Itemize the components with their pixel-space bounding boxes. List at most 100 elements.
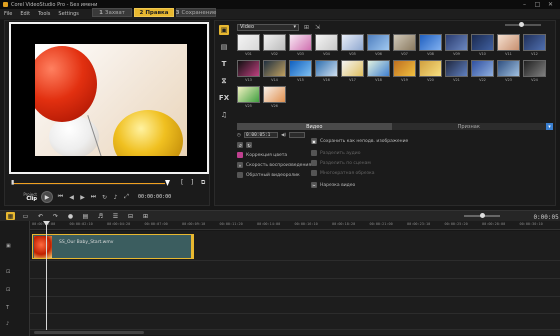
media-thumbnail[interactable]: V15: [289, 60, 312, 82]
video-track-icon[interactable]: ▣: [6, 243, 11, 249]
scrubber[interactable]: ▮ [ ] ⧉: [9, 179, 209, 189]
media-thumbnail[interactable]: V23: [497, 60, 520, 82]
media-thumbnail[interactable]: V24: [523, 60, 546, 82]
mode-switch[interactable]: Project Clip: [9, 192, 37, 202]
media-thumbnail[interactable]: V19: [393, 60, 416, 82]
color-correction-option[interactable]: Коррекция цвета: [237, 152, 287, 158]
fullscreen-icon[interactable]: ⤢: [123, 193, 130, 201]
media-thumbnail[interactable]: V14: [263, 60, 286, 82]
menu-edit[interactable]: Edit: [20, 11, 30, 17]
media-thumbnail[interactable]: V05: [341, 34, 364, 56]
clip-trim-handle[interactable]: [191, 234, 194, 259]
mark-in-button[interactable]: [: [181, 179, 183, 186]
step-share[interactable]: 3 Сохранение: [176, 8, 216, 17]
media-icon[interactable]: ▣: [219, 25, 229, 35]
tab-attribute[interactable]: Признак: [391, 123, 546, 130]
media-thumbnail[interactable]: V10: [471, 34, 494, 56]
volume-input[interactable]: [289, 132, 306, 138]
step-edit[interactable]: 2 Правка: [134, 8, 174, 17]
play-button[interactable]: ▶: [41, 191, 53, 203]
record-capture-icon[interactable]: ●: [66, 212, 75, 220]
title-track[interactable]: [30, 297, 560, 314]
menu-tools[interactable]: Tools: [38, 11, 50, 17]
media-thumbnail[interactable]: V25: [237, 86, 260, 108]
instant-project-icon[interactable]: ▤: [219, 42, 229, 52]
voice-track-icon[interactable]: ♪: [6, 321, 9, 327]
repeat-icon[interactable]: ↻: [101, 194, 108, 201]
media-thumbnail[interactable]: V01: [237, 34, 260, 56]
media-thumbnail[interactable]: V09: [445, 34, 468, 56]
split-scene-option[interactable]: Разделить по сценам: [311, 160, 371, 166]
scrub-handle[interactable]: [165, 180, 170, 186]
timeline-clip[interactable]: SS_Our Baby_Start.wmv: [32, 234, 194, 259]
playback-speed-option[interactable]: » Скорость воспроизведения: [237, 162, 311, 168]
transition-icon[interactable]: ⧖: [219, 76, 229, 86]
next-frame-icon[interactable]: ▶: [79, 194, 86, 201]
media-thumbnail[interactable]: V17: [341, 60, 364, 82]
thumbnail-size-slider[interactable]: [505, 22, 541, 27]
undo-icon[interactable]: ↶: [36, 212, 45, 220]
audio-icon[interactable]: ♫: [219, 110, 229, 120]
timeline-zoom-slider[interactable]: [464, 213, 500, 218]
title-track-icon[interactable]: T: [6, 305, 9, 311]
slider-knob[interactable]: [480, 213, 485, 218]
slider-knob[interactable]: [519, 22, 524, 27]
media-thumbnail[interactable]: V21: [445, 60, 468, 82]
media-thumbnail[interactable]: V20: [419, 60, 442, 82]
media-thumbnail[interactable]: V13: [237, 60, 260, 82]
multi-trim-option[interactable]: Многократная обрезка: [311, 170, 375, 176]
auto-music-icon[interactable]: ♬: [96, 212, 105, 220]
mark-in-marker[interactable]: ▮: [11, 179, 14, 186]
duration-input[interactable]: 0:00:05:1: [243, 132, 278, 138]
overlay-track[interactable]: [30, 261, 560, 279]
collapse-options-icon[interactable]: ▾: [546, 123, 553, 130]
preview-window[interactable]: [9, 22, 209, 174]
menu-settings[interactable]: Settings: [58, 11, 79, 17]
media-thumbnail[interactable]: V22: [471, 60, 494, 82]
category-dropdown[interactable]: Video ▾: [237, 23, 299, 31]
timeline-scrollbar[interactable]: [30, 330, 560, 335]
rotate-left-icon[interactable]: ↺: [237, 142, 243, 148]
audio-mixer-icon[interactable]: ▤: [81, 212, 90, 220]
reverse-video-option[interactable]: Обратный видеоролик: [237, 172, 300, 178]
step-capture[interactable]: 1 Захват: [92, 8, 132, 17]
fx-icon[interactable]: FX: [219, 93, 229, 103]
home-icon[interactable]: ⏮: [57, 193, 64, 201]
media-thumbnail[interactable]: V16: [315, 60, 338, 82]
media-thumbnail[interactable]: V04: [315, 34, 338, 56]
save-snapshot-option[interactable]: ▣ Сохранить как неподв. изображение: [311, 138, 408, 144]
rotate-right-icon[interactable]: ↻: [246, 142, 252, 148]
media-thumbnail[interactable]: V08: [419, 34, 442, 56]
media-thumbnail[interactable]: V06: [367, 34, 390, 56]
timeline-timecode[interactable]: 0:00:05:15: [533, 213, 560, 221]
title-icon[interactable]: T: [219, 59, 229, 69]
track-manager-icon[interactable]: ☰: [111, 212, 120, 220]
menu-file[interactable]: File: [4, 11, 12, 17]
media-thumbnail[interactable]: V02: [263, 34, 286, 56]
volume-icon[interactable]: ♪: [112, 194, 119, 201]
volume-icon[interactable]: ◀): [281, 133, 286, 138]
subtitle-icon[interactable]: ⊞: [141, 212, 150, 220]
scrollbar-thumb[interactable]: [34, 331, 144, 334]
voice-track[interactable]: [30, 314, 560, 330]
prev-frame-icon[interactable]: ◀: [68, 194, 75, 201]
checkbox[interactable]: [237, 172, 243, 178]
minimize-icon[interactable]: –: [521, 1, 528, 8]
media-thumbnail[interactable]: V07: [393, 34, 416, 56]
tab-video[interactable]: Видео: [237, 123, 392, 130]
mark-out-button[interactable]: ]: [191, 179, 193, 186]
time-ruler[interactable]: 00:00:00:00 00:00:02:10 00:00:04:20 00:00:0…: [30, 221, 560, 230]
split-audio-option[interactable]: Разделить аудио: [311, 150, 360, 156]
redo-icon[interactable]: ↷: [51, 212, 60, 220]
timeline-view-icon[interactable]: ▦: [6, 212, 15, 220]
cut-video-option[interactable]: ✂ Нарезка видео: [311, 182, 355, 188]
media-thumbnail[interactable]: V11: [497, 34, 520, 56]
playhead[interactable]: [46, 221, 47, 331]
media-thumbnail[interactable]: V18: [367, 60, 390, 82]
import-icon[interactable]: ⇲: [314, 24, 321, 31]
end-icon[interactable]: ⏭: [90, 193, 97, 201]
close-icon[interactable]: ✕: [547, 1, 554, 8]
overlay-track[interactable]: [30, 279, 560, 297]
overlay-track-icon[interactable]: ⊡: [6, 269, 10, 275]
overlay-track-icon[interactable]: ⊡: [6, 287, 10, 293]
